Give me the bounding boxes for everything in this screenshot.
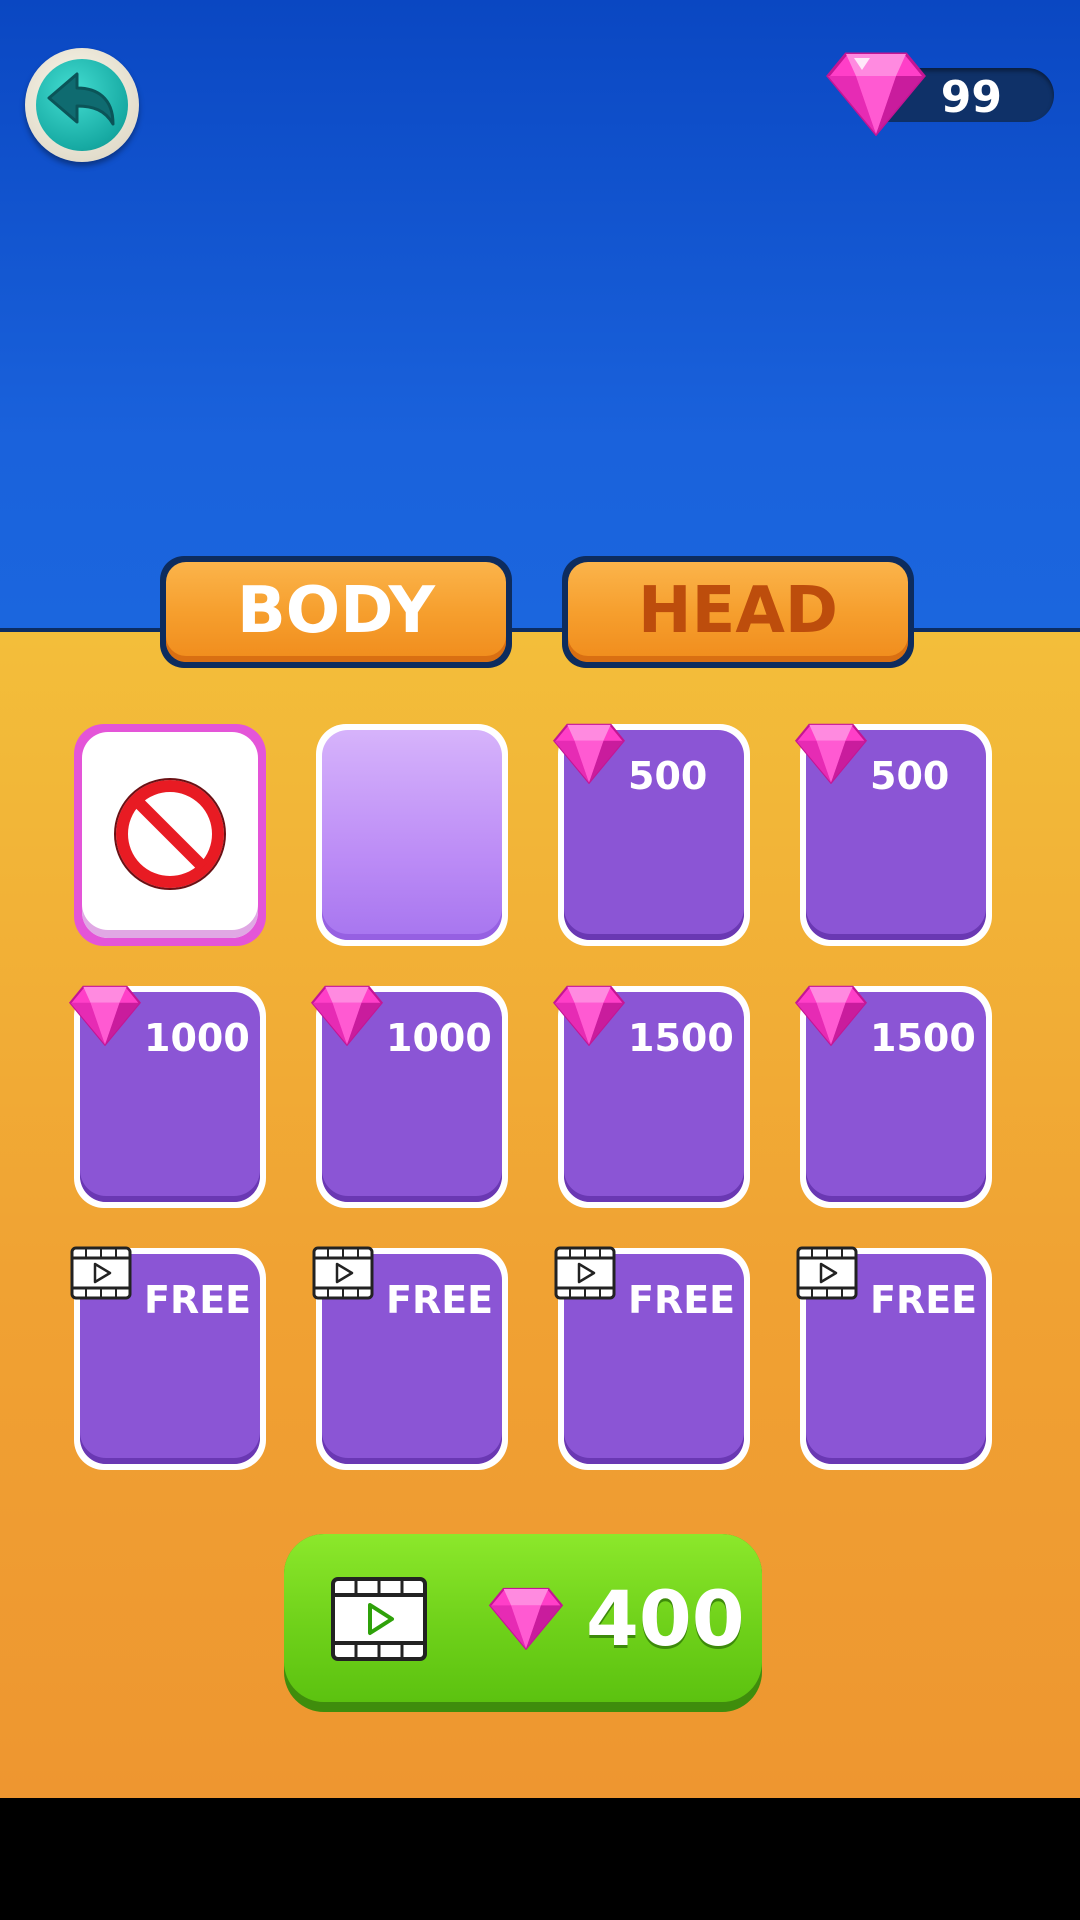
item-price: FREE	[870, 1278, 978, 1322]
reward-amount: 400	[586, 1574, 745, 1663]
pink-gem-icon	[826, 52, 926, 136]
item-card-empty[interactable]	[316, 724, 508, 946]
item-card[interactable]: FREE	[796, 1246, 992, 1470]
video-film-icon	[312, 1246, 374, 1300]
video-film-icon	[70, 1246, 132, 1300]
item-card[interactable]: 500	[794, 723, 992, 946]
item-price: 1500	[870, 1016, 976, 1060]
item-card[interactable]: 1000	[310, 985, 508, 1208]
item-price: 1000	[386, 1016, 492, 1060]
item-card-face	[322, 730, 502, 940]
video-film-icon	[331, 1577, 427, 1661]
back-arrow-icon	[47, 72, 115, 126]
gem-count: 99	[940, 72, 1002, 123]
pink-gem-icon	[68, 985, 142, 1046]
item-price: 1500	[628, 1016, 734, 1060]
pink-gem-icon	[488, 1587, 564, 1650]
shop-screen: 99 BODY HEAD 500 500 1000 1000 1500 1500…	[0, 0, 1080, 1920]
item-card[interactable]: 1000	[68, 985, 266, 1208]
pink-gem-icon	[794, 985, 868, 1046]
item-card[interactable]: 1500	[552, 985, 750, 1208]
tab-body-label: BODY	[237, 574, 435, 648]
tab-head[interactable]: HEAD	[562, 556, 914, 668]
tab-head-label: HEAD	[638, 574, 838, 648]
pink-gem-icon	[552, 985, 626, 1046]
pink-gem-icon	[552, 723, 626, 784]
item-price: 500	[870, 754, 950, 798]
pink-gem-icon	[794, 723, 868, 784]
item-card[interactable]: 1500	[794, 985, 992, 1208]
no-entry-icon	[114, 778, 226, 890]
pink-gem-icon	[310, 985, 384, 1046]
item-card[interactable]: 500	[552, 723, 750, 946]
video-film-icon	[554, 1246, 616, 1300]
tab-body[interactable]: BODY	[160, 556, 512, 668]
bottom-bar	[0, 1798, 1080, 1920]
item-card-none[interactable]	[74, 724, 266, 946]
item-price: 1000	[144, 1016, 250, 1060]
item-price: FREE	[386, 1278, 494, 1322]
item-card[interactable]: FREE	[312, 1246, 508, 1470]
item-card[interactable]: FREE	[70, 1246, 266, 1470]
item-card[interactable]: FREE	[554, 1246, 750, 1470]
item-price: FREE	[144, 1278, 252, 1322]
watch-video-reward-button[interactable]: 400	[284, 1534, 762, 1712]
video-film-icon	[796, 1246, 858, 1300]
item-price: FREE	[628, 1278, 736, 1322]
item-price: 500	[628, 754, 708, 798]
back-button[interactable]	[25, 48, 139, 162]
